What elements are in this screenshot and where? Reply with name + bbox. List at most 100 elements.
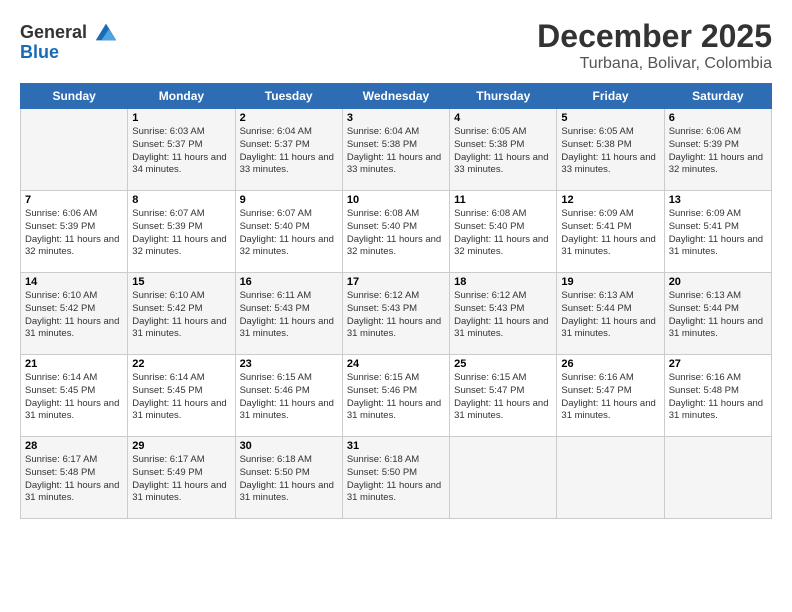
day-number: 26	[561, 358, 659, 370]
sunrise-label: Sunrise: 6:15 AM	[454, 372, 526, 383]
calendar-cell: 14Sunrise: 6:10 AMSunset: 5:42 PMDayligh…	[21, 273, 128, 355]
daylight-label: Daylight: 11 hours and 32 minutes.	[240, 234, 334, 258]
day-number: 19	[561, 276, 659, 288]
weekday-header: Sunday	[21, 84, 128, 109]
calendar-cell: 19 Sunrise: 6:13 AMSunset: 5:44 PMDayligh…	[557, 273, 664, 355]
day-info: Sunrise: 6:04 AMSunset: 5:38 PMDaylight:…	[347, 126, 445, 177]
day-number: 7	[25, 194, 123, 206]
calendar-week-row: 28Sunrise: 6:17 AMSunset: 5:48 PMDayligh…	[21, 437, 772, 519]
calendar-cell: 31Sunrise: 6:18 AMSunset: 5:50 PMDayligh…	[342, 437, 449, 519]
sunrise-label: Sunrise: 6:18 AM	[347, 454, 419, 465]
day-number: 25	[454, 358, 552, 370]
calendar-cell: 5 Sunrise: 6:05 AMSunset: 5:38 PMDaylight…	[557, 109, 664, 191]
daylight-label: Daylight: 11 hours and 31 minutes.	[240, 398, 334, 422]
calendar-cell: 16Sunrise: 6:11 AMSunset: 5:43 PMDayligh…	[235, 273, 342, 355]
day-info: Sunrise: 6:17 AMSunset: 5:49 PMDaylight:…	[132, 454, 230, 505]
day-info: Sunrise: 6:16 AMSunset: 5:47 PMDaylight:…	[561, 372, 659, 423]
sunset-label: Sunset: 5:48 PM	[669, 385, 739, 396]
daylight-label: Daylight: 11 hours and 32 minutes.	[132, 234, 226, 258]
day-number: 20	[669, 276, 767, 288]
day-number: 11	[454, 194, 552, 206]
daylight-label: Daylight: 11 hours and 31 minutes.	[347, 480, 441, 504]
sunset-label: Sunset: 5:46 PM	[347, 385, 417, 396]
day-number: 12	[561, 194, 659, 206]
day-number: 5	[561, 112, 659, 124]
sunset-label: Sunset: 5:50 PM	[240, 467, 310, 478]
calendar-week-row: 1Sunrise: 6:03 AMSunset: 5:37 PMDaylight…	[21, 109, 772, 191]
daylight-label: Daylight: 11 hours and 33 minutes.	[454, 152, 548, 176]
sunset-label: Sunset: 5:38 PM	[561, 139, 631, 150]
calendar: SundayMondayTuesdayWednesdayThursdayFrid…	[20, 83, 772, 519]
day-info: Sunrise: 6:13 AMSunset: 5:44 PMDaylight:…	[561, 290, 659, 341]
calendar-cell	[21, 109, 128, 191]
day-number: 1	[132, 112, 230, 124]
sunrise-label: Sunrise: 6:09 AM	[669, 208, 741, 219]
calendar-cell: 22Sunrise: 6:14 AMSunset: 5:45 PMDayligh…	[128, 355, 235, 437]
day-number: 15	[132, 276, 230, 288]
sunrise-label: Sunrise: 6:08 AM	[454, 208, 526, 219]
sunset-label: Sunset: 5:39 PM	[132, 221, 202, 232]
day-info: Sunrise: 6:12 AMSunset: 5:43 PMDaylight:…	[347, 290, 445, 341]
sunrise-label: Sunrise: 6:16 AM	[561, 372, 633, 383]
day-number: 22	[132, 358, 230, 370]
weekday-header-row: SundayMondayTuesdayWednesdayThursdayFrid…	[21, 84, 772, 109]
day-number: 13	[669, 194, 767, 206]
daylight-label: Daylight: 11 hours and 31 minutes.	[132, 316, 226, 340]
calendar-cell	[557, 437, 664, 519]
sunset-label: Sunset: 5:38 PM	[454, 139, 524, 150]
sunset-label: Sunset: 5:43 PM	[454, 303, 524, 314]
daylight-label: Daylight: 11 hours and 31 minutes.	[454, 398, 548, 422]
daylight-label: Daylight: 11 hours and 33 minutes.	[561, 152, 655, 176]
daylight-label: Daylight: 11 hours and 31 minutes.	[240, 480, 334, 504]
daylight-label: Daylight: 11 hours and 34 minutes.	[132, 152, 226, 176]
sunrise-label: Sunrise: 6:11 AM	[240, 290, 312, 301]
day-info: Sunrise: 6:07 AMSunset: 5:40 PMDaylight:…	[240, 208, 338, 259]
sunrise-label: Sunrise: 6:13 AM	[561, 290, 633, 301]
daylight-label: Daylight: 11 hours and 31 minutes.	[25, 316, 119, 340]
day-number: 28	[25, 440, 123, 452]
sunrise-label: Sunrise: 6:15 AM	[347, 372, 419, 383]
sunset-label: Sunset: 5:39 PM	[25, 221, 95, 232]
day-number: 30	[240, 440, 338, 452]
calendar-cell: 18Sunrise: 6:12 AMSunset: 5:43 PMDayligh…	[450, 273, 557, 355]
sunrise-label: Sunrise: 6:18 AM	[240, 454, 312, 465]
day-info: Sunrise: 6:15 AM Sunset: 5:46 PM Daylight:…	[347, 372, 445, 423]
sunrise-label: Sunrise: 6:16 AM	[669, 372, 741, 383]
calendar-cell: 25 Sunrise: 6:15 AMSunset: 5:47 PMDayligh…	[450, 355, 557, 437]
day-info: Sunrise: 6:05 AMSunset: 5:38 PMDaylight:…	[561, 126, 659, 177]
calendar-cell: 4Sunrise: 6:05 AMSunset: 5:38 PMDaylight…	[450, 109, 557, 191]
day-info: Sunrise: 6:09 AMSunset: 5:41 PMDaylight:…	[561, 208, 659, 259]
daylight-label: Daylight: 11 hours and 31 minutes.	[347, 398, 441, 422]
calendar-cell: 26 Sunrise: 6:16 AMSunset: 5:47 PMDayligh…	[557, 355, 664, 437]
daylight-label: Daylight: 11 hours and 31 minutes.	[669, 234, 763, 258]
daylight-label: Daylight: 11 hours and 32 minutes.	[347, 234, 441, 258]
daylight-label: Daylight: 11 hours and 31 minutes.	[347, 316, 441, 340]
daylight-label: Daylight: 11 hours and 32 minutes.	[25, 234, 119, 258]
logo: General Blue	[20, 18, 120, 63]
day-number: 27	[669, 358, 767, 370]
sunrise-label: Sunrise: 6:14 AM	[132, 372, 204, 383]
sunrise-label: Sunrise: 6:12 AM	[347, 290, 419, 301]
calendar-cell	[664, 437, 771, 519]
location-title: Turbana, Bolivar, Colombia	[537, 55, 772, 73]
sunset-label: Sunset: 5:41 PM	[669, 221, 739, 232]
sunrise-label: Sunrise: 6:12 AM	[454, 290, 526, 301]
day-info: Sunrise: 6:18 AM Sunset: 5:50 PM Daylight:…	[240, 454, 338, 505]
day-number: 29	[132, 440, 230, 452]
sunrise-label: Sunrise: 6:14 AM	[25, 372, 97, 383]
day-info: Sunrise: 6:15 AMSunset: 5:47 PMDaylight:…	[454, 372, 552, 423]
sunset-label: Sunset: 5:46 PM	[240, 385, 310, 396]
sunrise-label: Sunrise: 6:10 AM	[25, 290, 97, 301]
day-info: Sunrise: 6:09 AM Sunset: 5:41 PM Daylight:…	[669, 208, 767, 259]
logo-icon	[92, 18, 120, 46]
sunrise-label: Sunrise: 6:09 AM	[561, 208, 633, 219]
sunset-label: Sunset: 5:45 PM	[132, 385, 202, 396]
day-number: 8	[132, 194, 230, 206]
sunset-label: Sunset: 5:48 PM	[25, 467, 95, 478]
daylight-label: Daylight: 11 hours and 33 minutes.	[240, 152, 334, 176]
calendar-cell: 7Sunrise: 6:06 AMSunset: 5:39 PMDaylight…	[21, 191, 128, 273]
day-number: 10	[347, 194, 445, 206]
sunrise-label: Sunrise: 6:06 AM	[669, 126, 741, 137]
daylight-label: Daylight: 11 hours and 31 minutes.	[561, 398, 655, 422]
calendar-cell: 11Sunrise: 6:08 AMSunset: 5:40 PMDayligh…	[450, 191, 557, 273]
